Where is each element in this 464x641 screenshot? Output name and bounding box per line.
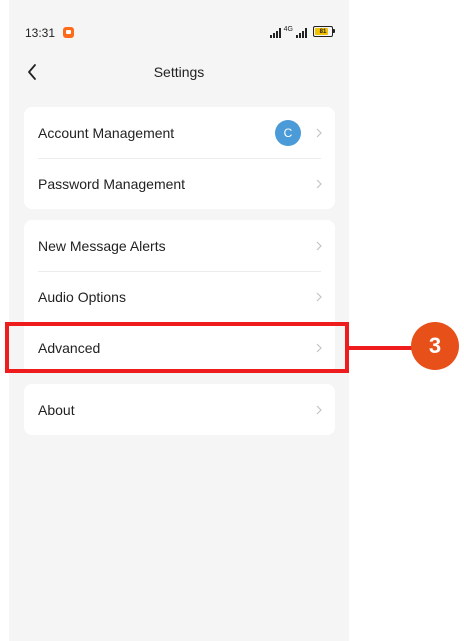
chevron-right-icon: [316, 179, 322, 188]
title-bar: Settings: [9, 52, 349, 92]
avatar: C: [275, 119, 301, 146]
chevron-right-icon: [316, 241, 322, 250]
settings-item-label: Account Management: [38, 124, 175, 141]
page-title: Settings: [153, 64, 205, 80]
status-time: 13:31: [25, 26, 56, 40]
settings-item-new-message-alerts[interactable]: New Message Alerts: [24, 220, 335, 271]
settings-item-password-management[interactable]: Password Management: [24, 158, 335, 209]
phone-screen: 13:31 4G 81 Settings Account Management: [9, 0, 349, 641]
settings-item-label: About: [38, 401, 75, 418]
settings-item-label: Password Management: [38, 175, 186, 192]
chevron-right-icon: [316, 292, 322, 301]
settings-group-notifications: New Message Alerts Audio Options Advance…: [24, 220, 335, 373]
settings-item-label: New Message Alerts: [38, 237, 166, 254]
chevron-right-icon: [316, 405, 322, 414]
settings-item-label: Advanced: [38, 339, 101, 356]
network-type-label: 4G: [283, 26, 293, 33]
settings-group-about: About: [24, 384, 335, 435]
annotation-connector-line: [349, 346, 413, 350]
cellular-signal-icon: [296, 28, 307, 38]
settings-item-audio-options[interactable]: Audio Options: [24, 271, 335, 322]
settings-group-account: Account Management C Password Management: [24, 107, 335, 209]
status-indicators: 4G 81: [269, 24, 335, 38]
settings-item-label: Audio Options: [38, 288, 126, 305]
settings-item-about[interactable]: About: [24, 384, 335, 435]
chevron-right-icon: [316, 343, 322, 352]
settings-item-advanced[interactable]: Advanced: [24, 322, 335, 373]
settings-item-account-management[interactable]: Account Management C: [24, 107, 335, 158]
wifi-signal-icon: [269, 28, 281, 38]
step-number-badge: 3: [411, 322, 459, 370]
battery-icon: 81: [313, 26, 335, 37]
app-notification-icon: [63, 27, 74, 38]
chevron-right-icon: [316, 128, 322, 137]
battery-percent: 81: [319, 28, 327, 35]
